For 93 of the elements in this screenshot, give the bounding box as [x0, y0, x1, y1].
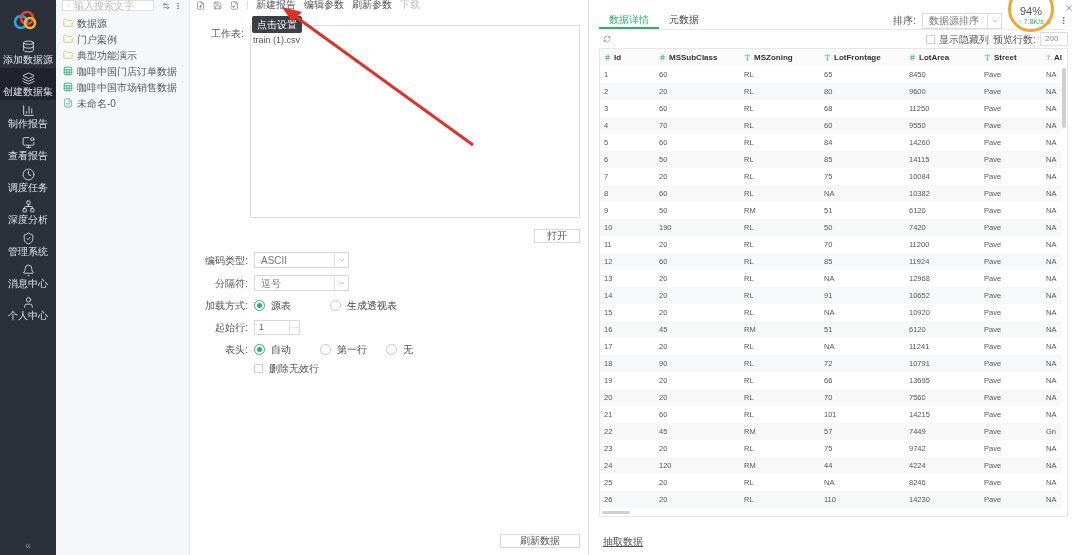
sidebar-item[interactable]: 添加数据源 — [0, 36, 56, 68]
radio-label: 无 — [403, 343, 413, 357]
user-icon — [21, 295, 35, 309]
toolbar-button[interactable]: 编辑参数 — [304, 0, 344, 10]
checkbox[interactable] — [926, 34, 936, 44]
bell-icon — [21, 263, 35, 277]
preview-rows-field[interactable]: 200 — [1040, 32, 1068, 46]
column-header[interactable]: Street — [980, 51, 1042, 64]
tree-item[interactable]: 咖啡中国门店订单数据 — [56, 63, 189, 79]
field-label: 预览行数: — [993, 32, 1036, 47]
radio-label: 生成透视表 — [347, 299, 397, 313]
radio-button[interactable] — [330, 300, 341, 311]
import-icon[interactable] — [230, 0, 239, 10]
layers-icon — [21, 71, 35, 85]
select-field[interactable]: 数据源排序 — [922, 12, 1002, 29]
sidebar-item[interactable]: 个人中心 — [0, 292, 56, 324]
file-icon — [63, 98, 73, 108]
radio-label: 自动 — [271, 343, 291, 357]
column-header[interactable]: LotArea — [905, 51, 980, 64]
sidebar-item[interactable]: 调度任务 — [0, 164, 56, 196]
spreadsheet-icon — [63, 66, 73, 76]
tree-item[interactable]: 数据源 — [56, 15, 189, 31]
folder-icon — [63, 34, 73, 44]
number-type-icon — [604, 54, 611, 61]
field-label: 表头: — [224, 343, 248, 357]
folder-icon — [63, 50, 73, 60]
radio-button[interactable] — [386, 344, 397, 355]
clock-icon — [21, 167, 35, 181]
column-header[interactable]: MSSubClass — [655, 51, 740, 64]
column-header[interactable]: Id — [600, 51, 655, 64]
text-type-icon — [744, 54, 751, 61]
tree-item[interactable]: 咖啡中国市场销售数据 — [56, 79, 189, 95]
open-button[interactable]: 打开 — [534, 229, 580, 243]
sheet-name: train (1).csv — [253, 35, 300, 45]
refresh-data-button[interactable]: 刷新数据 — [500, 534, 580, 548]
text-type-icon — [824, 54, 831, 61]
sidebar-item[interactable]: 深度分析 — [0, 196, 56, 228]
chart-icon — [21, 103, 35, 117]
checkbox-label: 显示隐藏列 — [939, 32, 990, 47]
column-header[interactable]: Al — [1042, 51, 1062, 64]
field-label: 工作表: — [210, 27, 244, 41]
radio-label: 第一行 — [337, 343, 367, 357]
chevron-down-icon — [337, 256, 346, 264]
spreadsheet-icon — [63, 82, 73, 92]
field-label: 起始行: — [214, 321, 248, 335]
more-icon[interactable] — [1059, 16, 1068, 25]
monitor-icon — [21, 135, 35, 149]
text-type-icon — [1046, 54, 1051, 61]
sidebar-item[interactable]: 创建数据集 — [0, 68, 56, 100]
radio-label: 源表 — [271, 299, 291, 313]
sidebar-item[interactable]: 消息中心 — [0, 260, 56, 292]
sidebar-item[interactable]: 制作报告 — [0, 100, 56, 132]
tree-item[interactable]: 门户案例 — [56, 31, 189, 47]
radio-button[interactable] — [254, 344, 265, 355]
field-label: 加载方式: — [204, 299, 248, 313]
toolbar-button[interactable]: 新建报告 — [256, 0, 296, 10]
number-type-icon — [659, 54, 666, 61]
number-field[interactable]: 1 — [254, 320, 300, 335]
tooltip: 点击设置 — [252, 16, 302, 33]
close-icon[interactable] — [1064, 3, 1074, 13]
shield-icon — [21, 231, 35, 245]
select-field[interactable]: ASCII — [254, 252, 349, 268]
tab[interactable]: 元数据 — [659, 12, 709, 29]
column-header[interactable]: MSZoning — [740, 51, 820, 64]
field-label: 分隔符: — [214, 276, 248, 291]
save-icon[interactable] — [213, 0, 222, 10]
sidebar-item[interactable]: 管理系统 — [0, 228, 56, 260]
number-type-icon — [909, 54, 916, 61]
scrollbar[interactable] — [602, 510, 630, 514]
tree-item[interactable]: 未命名-0 — [56, 95, 189, 111]
column-header[interactable]: LotFrontage — [820, 51, 905, 64]
chevron-down-icon — [337, 279, 346, 287]
settings-icon[interactable] — [162, 2, 170, 10]
text-type-icon — [984, 54, 991, 61]
collapse-button[interactable]: « — [25, 538, 31, 553]
extract-data-link[interactable]: 抽取数据 — [603, 534, 643, 549]
toolbar-button[interactable]: 刷新参数 — [352, 0, 392, 10]
more-icon[interactable] — [174, 2, 182, 10]
field-label: 编码类型: — [204, 253, 248, 268]
network-icon — [21, 199, 35, 213]
sort-label: 排序: — [893, 14, 916, 28]
folder-icon — [63, 18, 73, 28]
sidebar-item[interactable]: 查看报告 — [0, 132, 56, 164]
checkbox-label: 删除无效行 — [269, 362, 319, 376]
database-icon — [21, 39, 35, 53]
checkbox[interactable] — [254, 364, 263, 373]
radio-button[interactable] — [254, 300, 265, 311]
select-field[interactable]: 逗号 — [254, 275, 349, 291]
search-field[interactable]: 输入搜索文字 — [62, 0, 154, 11]
refresh-icon[interactable] — [603, 35, 611, 43]
tree-item[interactable]: 典型功能演示 — [56, 47, 189, 63]
radio-button[interactable] — [320, 344, 331, 355]
new-file-icon[interactable] — [196, 0, 205, 10]
